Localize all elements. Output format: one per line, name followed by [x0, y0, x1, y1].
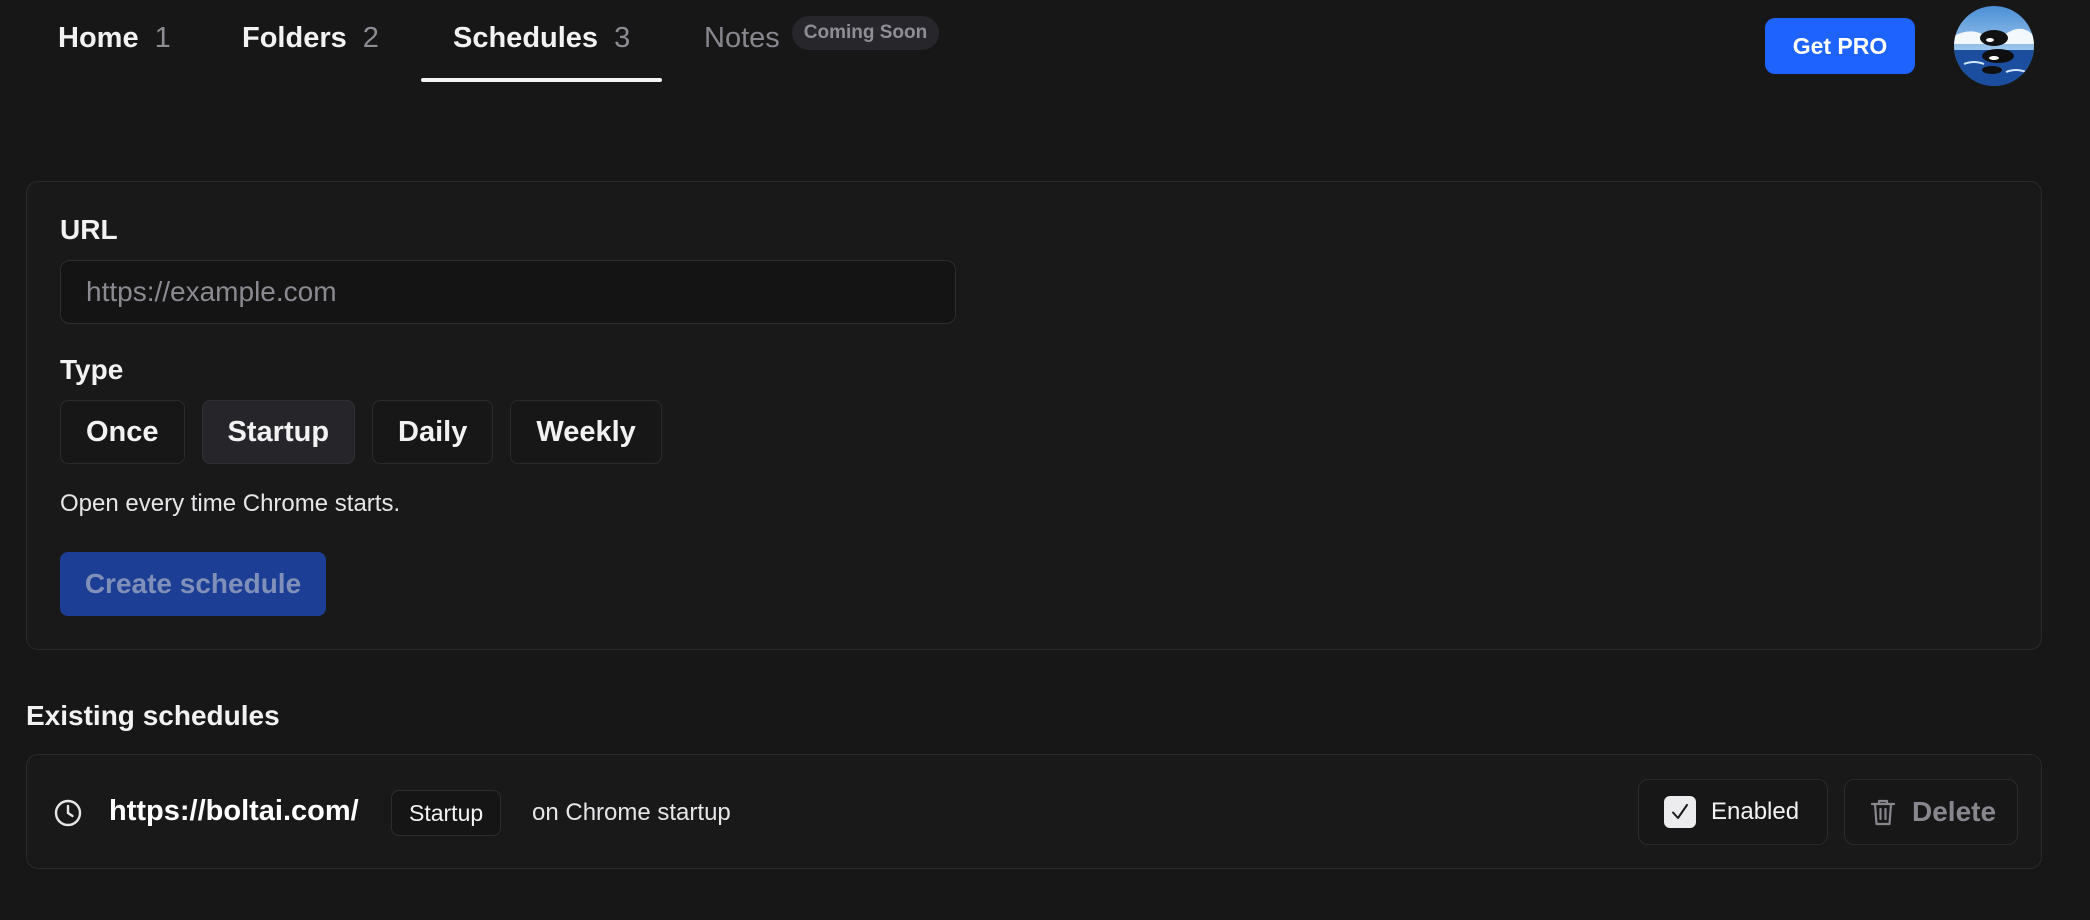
type-once-button[interactable]: Once: [60, 400, 185, 464]
trash-icon: [1870, 799, 1896, 826]
avatar[interactable]: [1954, 6, 2034, 86]
tab-folders-count: 2: [362, 22, 379, 54]
top-nav: Home 1 Folders 2 Schedules 3 Notes Comin…: [0, 0, 2090, 86]
tab-home-count: 1: [154, 22, 171, 54]
coming-soon-badge: Coming Soon: [791, 16, 940, 50]
type-daily-button[interactable]: Daily: [372, 400, 494, 464]
tab-folders-label: Folders: [242, 22, 347, 54]
enabled-toggle[interactable]: Enabled: [1638, 779, 1828, 845]
delete-schedule-button[interactable]: Delete: [1844, 779, 2018, 845]
create-schedule-card: URL Type Once Startup Daily Weekly Open …: [26, 181, 2042, 650]
type-startup-button[interactable]: Startup: [201, 400, 356, 464]
delete-label: Delete: [1912, 796, 1997, 827]
schedule-row: https://boltai.com/ Startup on Chrome st…: [26, 754, 2042, 869]
tab-notes-label: Notes: [704, 22, 780, 54]
orca-avatar-icon: [1954, 6, 2034, 86]
tab-schedules-count: 3: [614, 22, 631, 54]
create-schedule-button[interactable]: Create schedule: [60, 552, 326, 616]
clock-icon: [54, 799, 82, 827]
enabled-checkbox[interactable]: [1664, 796, 1696, 828]
type-selector: Once Startup Daily Weekly: [60, 400, 662, 464]
type-weekly-button[interactable]: Weekly: [510, 400, 662, 464]
url-label: URL: [60, 214, 118, 245]
schedule-url-link[interactable]: https://boltai.com/: [109, 795, 359, 828]
tab-home[interactable]: Home 1: [58, 22, 171, 82]
checkmark-icon: [1672, 804, 1688, 819]
url-input[interactable]: [60, 260, 956, 324]
existing-schedules-title: Existing schedules: [26, 700, 280, 731]
schedule-description: on Chrome startup: [532, 799, 731, 826]
tab-notes: Notes Coming Soon: [704, 16, 940, 82]
enabled-label: Enabled: [1711, 798, 1800, 825]
type-helper-text: Open every time Chrome starts.: [60, 490, 401, 517]
schedule-type-badge: Startup: [391, 790, 502, 836]
tab-folders[interactable]: Folders 2: [242, 22, 379, 82]
tab-home-label: Home: [58, 22, 139, 54]
get-pro-button[interactable]: Get PRO: [1765, 18, 1915, 74]
tab-schedules-label: Schedules: [453, 22, 599, 54]
type-label: Type: [60, 354, 124, 385]
tab-schedules[interactable]: Schedules 3: [420, 22, 663, 82]
